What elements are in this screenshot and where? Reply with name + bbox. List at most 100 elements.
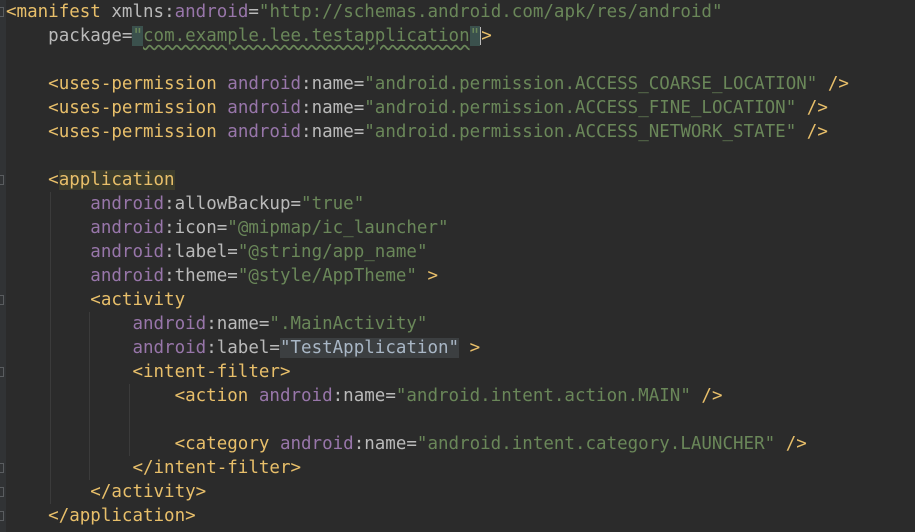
code-token: android [227, 122, 302, 142]
code-line[interactable]: <uses-permission android:name="android.p… [6, 96, 828, 120]
code-line[interactable]: <activity [6, 288, 185, 312]
code-line[interactable]: android:allowBackup="true" [6, 192, 364, 216]
code-token: <action [174, 386, 259, 406]
code-token: "@mipmap/ic_launcher" [227, 218, 449, 238]
code-token: :name= [206, 314, 270, 334]
code-token: :icon= [164, 218, 228, 238]
code-token: android [90, 266, 165, 286]
code-token: "true" [301, 194, 365, 214]
code-token: android [227, 98, 302, 118]
code-token: com.example.lee.testapplication [143, 26, 470, 46]
code-token: "android.permission.ACCESS_NETWORK_STATE… [364, 122, 797, 142]
code-token: /> [796, 122, 828, 142]
code-line[interactable]: </activity> [6, 480, 206, 504]
code-token: android [279, 434, 354, 454]
code-token: "@style/AppTheme" [237, 266, 417, 286]
code-token: xmlns [111, 2, 165, 22]
code-token: "http://schemas.android.com/apk/res/andr… [258, 2, 723, 22]
code-line[interactable]: android:label="TestApplication" > [6, 336, 480, 360]
code-token: <uses-permission [48, 74, 228, 94]
code-token: > [481, 26, 492, 46]
code-token: android [90, 242, 165, 262]
code-token: " [469, 26, 481, 46]
code-token: "android.intent.action.MAIN" [395, 386, 691, 406]
fold-marker-icon[interactable] [0, 487, 4, 497]
indent-guide [89, 312, 91, 480]
code-token: "@string/app_name" [237, 242, 428, 262]
code-token: ".MainActivity" [269, 314, 428, 334]
code-token: :name= [301, 122, 365, 142]
code-token: < [48, 170, 59, 190]
fold-marker-icon[interactable] [0, 175, 4, 185]
code-line[interactable]: android:icon="@mipmap/ic_launcher" [6, 216, 449, 240]
code-line[interactable]: package="com.example.lee.testapplication… [6, 24, 492, 48]
code-token: /> [796, 98, 828, 118]
code-token: package [48, 26, 122, 46]
code-token: = [248, 2, 259, 22]
code-token: android [90, 194, 165, 214]
code-token: android [227, 74, 302, 94]
code-token: > [459, 338, 481, 358]
code-token: : [164, 2, 175, 22]
code-line[interactable]: <manifest xmlns:android="http://schemas.… [6, 0, 723, 24]
code-token: :name= [332, 386, 396, 406]
code-line[interactable]: android:theme="@style/AppTheme" > [6, 264, 438, 288]
code-token: > [416, 266, 439, 286]
code-line[interactable]: <uses-permission android:name="android.p… [6, 72, 849, 96]
code-token: <category [174, 434, 280, 454]
code-token: :name= [301, 98, 365, 118]
indent-guide [49, 192, 51, 504]
code-token: /> [690, 386, 723, 406]
code-token: "android.permission.ACCESS_FINE_LOCATION… [364, 98, 797, 118]
code-token: " [132, 26, 144, 46]
code-line[interactable]: android:name=".MainActivity" [6, 312, 427, 336]
fold-marker-icon[interactable] [0, 367, 4, 377]
code-token: < [6, 2, 17, 22]
code-token: :label= [164, 242, 238, 262]
code-token: :allowBackup= [164, 194, 302, 214]
code-token: </activity> [90, 482, 207, 502]
code-token: android [258, 386, 333, 406]
code-token: :name= [353, 434, 417, 454]
code-token: android [132, 338, 207, 358]
indent-guide [128, 384, 130, 456]
code-token: "android.permission.ACCESS_COARSE_LOCATI… [364, 74, 818, 94]
fold-marker-icon[interactable] [0, 7, 4, 17]
code-line[interactable]: </application> [6, 504, 196, 528]
code-token: = [121, 26, 133, 46]
code-token: android [132, 314, 207, 334]
code-token: <activity [90, 290, 186, 310]
code-token: android [174, 2, 249, 22]
code-token: /> [775, 434, 807, 454]
code-line[interactable]: <application [6, 168, 175, 192]
code-editor[interactable]: <manifest xmlns:android="http://schemas.… [0, 0, 915, 532]
code-line[interactable]: <uses-permission android:name="android.p… [6, 120, 828, 144]
code-line[interactable]: <action android:name="android.intent.act… [6, 384, 723, 408]
code-token: "android.intent.category.LAUNCHER" [416, 434, 776, 454]
fold-marker-icon[interactable] [0, 511, 4, 521]
code-token: "TestApplication" [279, 338, 460, 358]
code-token: </application> [48, 506, 196, 526]
code-token: <intent-filter> [132, 362, 291, 382]
fold-marker-icon[interactable] [0, 463, 4, 473]
code-token: :theme= [164, 266, 238, 286]
code-line[interactable]: android:label="@string/app_name" [6, 240, 427, 264]
code-token: </intent-filter> [132, 458, 302, 478]
code-line[interactable]: <category android:name="android.intent.c… [6, 432, 807, 456]
code-token: manifest [16, 2, 112, 22]
fold-marker-icon[interactable] [0, 295, 4, 305]
code-token: <uses-permission [48, 98, 228, 118]
